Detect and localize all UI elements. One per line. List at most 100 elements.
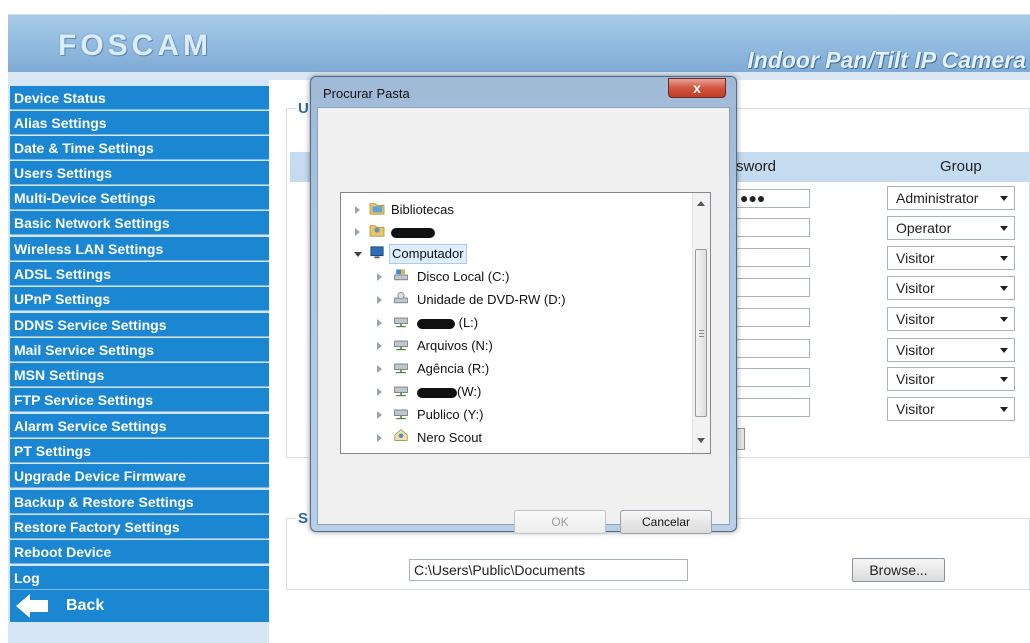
- folder-tree[interactable]: Bibliotecas Computador Disco Local (C:) …: [340, 192, 711, 454]
- sidebar-item-upgrade-firmware[interactable]: Upgrade Device Firmware: [10, 464, 269, 488]
- scroll-thumb[interactable]: [695, 249, 707, 417]
- tree-item-dvd[interactable]: Unidade de DVD-RW (D:): [341, 289, 691, 311]
- group-select-6[interactable]: Visitor: [887, 338, 1015, 362]
- sidebar-item-users-settings[interactable]: Users Settings: [10, 161, 269, 185]
- tree-item-agencia[interactable]: Agência (R:): [341, 358, 691, 380]
- network-drive-icon: [394, 386, 408, 397]
- back-button[interactable]: Back: [10, 590, 269, 622]
- tree-item-bibliotecas[interactable]: Bibliotecas: [341, 199, 691, 221]
- ok-button[interactable]: OK: [514, 510, 606, 534]
- expand-icon[interactable]: [377, 434, 382, 442]
- cancel-button[interactable]: Cancelar: [620, 510, 712, 534]
- sidebar-item-ddns[interactable]: DDNS Service Settings: [10, 313, 269, 337]
- tree-item-disco-local[interactable]: Disco Local (C:): [341, 266, 691, 288]
- app-header: FOSCAM Indoor Pan/Tilt IP Camera: [8, 14, 1030, 73]
- tree-item-computador[interactable]: Computador: [341, 243, 691, 265]
- tree-label: Agência (R:): [417, 361, 490, 376]
- users-legend: U: [296, 100, 311, 117]
- sidebar-item-alarm-service[interactable]: Alarm Service Settings: [10, 414, 269, 438]
- sidebar-item-adsl[interactable]: ADSL Settings: [10, 262, 269, 286]
- tree-item-publico[interactable]: Publico (Y:): [341, 404, 691, 426]
- tree-label: Publico (Y:): [417, 407, 484, 422]
- sidebar-item-reboot-device[interactable]: Reboot Device: [10, 540, 269, 564]
- group-select-5[interactable]: Visitor: [887, 307, 1015, 331]
- tree-label: (L:): [417, 312, 478, 334]
- group-select-value: Visitor: [896, 401, 935, 417]
- password-field-2[interactable]: [735, 218, 810, 237]
- sidebar-item-mail-service[interactable]: Mail Service Settings: [10, 338, 269, 362]
- sidebar-item-basic-network[interactable]: Basic Network Settings: [10, 211, 269, 235]
- group-select-value: Visitor: [896, 280, 935, 296]
- path-legend: S: [296, 510, 311, 527]
- group-select-8[interactable]: Visitor: [887, 397, 1015, 421]
- sidebar-item-pt-settings[interactable]: PT Settings: [10, 439, 269, 463]
- grip-line: [699, 333, 704, 334]
- sidebar-item-msn[interactable]: MSN Settings: [10, 363, 269, 387]
- expand-icon[interactable]: [377, 411, 382, 419]
- dropdown-arrow-icon: [1000, 256, 1008, 261]
- sidebar-item-backup-restore[interactable]: Backup & Restore Settings: [10, 490, 269, 514]
- dvd-drive-icon: [394, 292, 408, 304]
- sidebar-item-alias-settings[interactable]: Alias Settings: [10, 111, 269, 135]
- dropdown-arrow-icon: [1000, 286, 1008, 291]
- dropdown-arrow-icon: [1000, 377, 1008, 382]
- group-select-1[interactable]: Administrator: [887, 186, 1015, 210]
- tree-item-user-folder[interactable]: [341, 221, 691, 243]
- sidebar-item-multi-device[interactable]: Multi-Device Settings: [10, 186, 269, 210]
- password-field-8[interactable]: [735, 398, 810, 417]
- close-button[interactable]: x: [668, 78, 726, 98]
- sidebar-item-device-status[interactable]: Device Status: [10, 86, 269, 110]
- nero-scout-icon: [394, 429, 408, 441]
- password-field-7[interactable]: [735, 368, 810, 387]
- tree-item-drive-w[interactable]: (W:): [341, 381, 691, 403]
- tree-item-arquivos[interactable]: Arquivos (N:): [341, 335, 691, 357]
- password-field-6[interactable]: [735, 339, 810, 358]
- expand-icon[interactable]: [377, 296, 382, 304]
- tree-item-drive-l[interactable]: (L:): [341, 312, 691, 334]
- scroll-up-icon[interactable]: [697, 201, 705, 206]
- password-field-4[interactable]: [735, 278, 810, 297]
- grip-line: [699, 336, 704, 337]
- path-input[interactable]: C:\Users\Public\Documents: [409, 559, 688, 581]
- password-column-header: sword: [736, 158, 777, 175]
- redacted-label: [391, 221, 435, 243]
- expand-icon[interactable]: [377, 365, 382, 373]
- dropdown-arrow-icon: [1000, 348, 1008, 353]
- group-select-value: Visitor: [896, 311, 935, 327]
- sidebar-item-ftp-service[interactable]: FTP Service Settings: [10, 388, 269, 412]
- sidebar-item-date-time[interactable]: Date & Time Settings: [10, 136, 269, 160]
- expand-icon[interactable]: [355, 206, 360, 214]
- sidebar-item-upnp[interactable]: UPnP Settings: [10, 287, 269, 311]
- dialog-body: Bibliotecas Computador Disco Local (C:) …: [317, 107, 730, 534]
- tree-label: (W:): [417, 381, 481, 403]
- expand-icon[interactable]: [377, 319, 382, 327]
- expand-icon[interactable]: [355, 228, 360, 236]
- password-field-5[interactable]: [735, 308, 810, 327]
- dropdown-arrow-icon: [1000, 317, 1008, 322]
- browse-button[interactable]: Browse...: [852, 558, 945, 582]
- sidebar-item-wireless-lan[interactable]: Wireless LAN Settings: [10, 237, 269, 261]
- close-icon: x: [693, 80, 701, 96]
- foscam-logo: FOSCAM: [58, 29, 212, 62]
- tree-scrollbar[interactable]: [692, 193, 710, 453]
- password-field-3[interactable]: [735, 248, 810, 267]
- group-select-value: Visitor: [896, 371, 935, 387]
- browse-folder-dialog: Procurar Pasta x Bibliotecas Computador …: [310, 76, 737, 534]
- expand-icon[interactable]: [377, 388, 382, 396]
- tree-item-nero-scout[interactable]: Nero Scout: [341, 427, 691, 449]
- expand-icon[interactable]: [377, 342, 382, 350]
- scroll-down-icon[interactable]: [697, 438, 705, 443]
- group-select-4[interactable]: Visitor: [887, 276, 1015, 300]
- group-select-2[interactable]: Operator: [887, 216, 1015, 240]
- password-field-1[interactable]: ●●●: [735, 189, 810, 208]
- group-select-7[interactable]: Visitor: [887, 367, 1015, 391]
- group-column-header: Group: [940, 158, 982, 175]
- collapse-icon[interactable]: [354, 252, 362, 257]
- group-select-3[interactable]: Visitor: [887, 246, 1015, 270]
- grip-line: [699, 330, 704, 331]
- network-drive-icon: [394, 317, 408, 328]
- sidebar-item-log[interactable]: Log: [10, 566, 269, 590]
- network-drive-icon: [394, 340, 408, 351]
- expand-icon[interactable]: [377, 273, 382, 281]
- sidebar-item-restore-factory[interactable]: Restore Factory Settings: [10, 515, 269, 539]
